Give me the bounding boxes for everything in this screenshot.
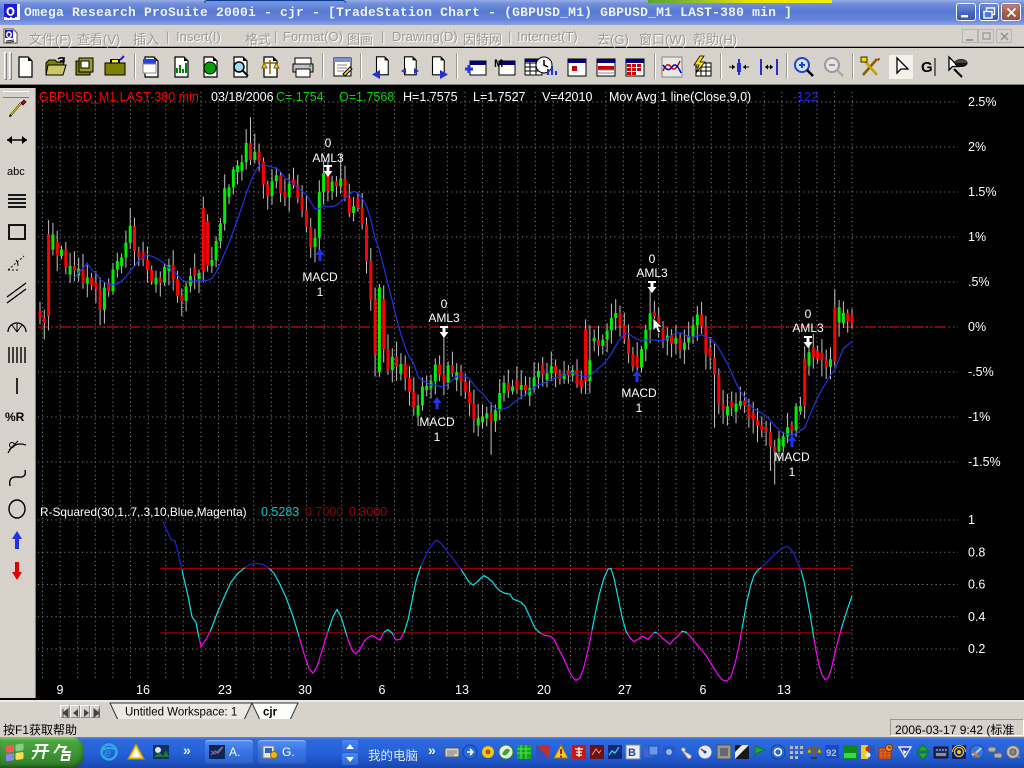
svg-text:03/18/2006: 03/18/2006 bbox=[211, 90, 274, 104]
svg-text:0: 0 bbox=[325, 136, 332, 150]
svg-text:AML3: AML3 bbox=[312, 151, 344, 165]
svg-text:0: 0 bbox=[441, 297, 448, 311]
svg-text:cjr: cjr bbox=[263, 707, 278, 719]
svg-text:1: 1 bbox=[317, 285, 324, 299]
svg-text:MACD: MACD bbox=[621, 386, 657, 400]
svg-text:1: 1 bbox=[434, 430, 441, 444]
svg-text:1: 1 bbox=[636, 401, 643, 415]
svg-text:B: B bbox=[628, 747, 636, 759]
svg-text:1: 1 bbox=[789, 465, 796, 479]
svg-text:MACD: MACD bbox=[302, 270, 338, 284]
svg-text:23: 23 bbox=[218, 683, 232, 697]
svg-text:0%: 0% bbox=[968, 320, 986, 334]
svg-text:0.6: 0.6 bbox=[968, 578, 985, 592]
svg-text:0.7000: 0.7000 bbox=[305, 505, 343, 519]
svg-text:20: 20 bbox=[537, 683, 551, 697]
svg-text:R-Squared(30,1,.7,.3,10,Blue,M: R-Squared(30,1,.7,.3,10,Blue,Magenta) bbox=[40, 505, 247, 519]
svg-text:16: 16 bbox=[136, 683, 150, 697]
svg-text:AML3: AML3 bbox=[636, 266, 668, 280]
svg-text:H=1.7575: H=1.7575 bbox=[403, 90, 458, 104]
svg-text:G: G bbox=[921, 59, 933, 76]
svg-text:13: 13 bbox=[777, 683, 791, 697]
svg-text:0.3000: 0.3000 bbox=[349, 505, 387, 519]
svg-text:C=.1754: C=.1754 bbox=[276, 90, 324, 104]
svg-text:0.2: 0.2 bbox=[968, 642, 985, 656]
svg-text:Mov Avg 1 line(Close,9,0): Mov Avg 1 line(Close,9,0) bbox=[609, 90, 751, 104]
svg-text:30: 30 bbox=[298, 683, 312, 697]
svg-text:13: 13 bbox=[455, 683, 469, 697]
svg-text:V=42010: V=42010 bbox=[542, 90, 592, 104]
svg-text:O=1.7568: O=1.7568 bbox=[339, 90, 394, 104]
svg-text:1%: 1% bbox=[968, 230, 986, 244]
svg-text:9: 9 bbox=[57, 683, 64, 697]
svg-text:M: M bbox=[494, 58, 503, 70]
svg-text:abc: abc bbox=[7, 166, 25, 178]
svg-text:0.8: 0.8 bbox=[968, 545, 985, 559]
svg-text:27: 27 bbox=[618, 683, 632, 697]
svg-text:0.5283: 0.5283 bbox=[261, 505, 299, 519]
svg-text:.5%: .5% bbox=[968, 275, 990, 289]
svg-text:6: 6 bbox=[379, 683, 386, 697]
svg-text:%R: %R bbox=[5, 410, 25, 424]
svg-text:-1.5%: -1.5% bbox=[968, 455, 1001, 469]
svg-text:6: 6 bbox=[700, 683, 707, 697]
svg-text:-1%: -1% bbox=[968, 410, 990, 424]
svg-text:1.5%: 1.5% bbox=[968, 185, 997, 199]
svg-text:0: 0 bbox=[649, 252, 656, 266]
svg-text:Untitled Workspace: 1: Untitled Workspace: 1 bbox=[125, 707, 237, 719]
svg-text:-122: -122 bbox=[793, 90, 818, 104]
svg-text:-.5%: -.5% bbox=[968, 365, 994, 379]
svg-text:0: 0 bbox=[805, 307, 812, 321]
svg-text:e: e bbox=[104, 745, 111, 760]
svg-text:2%: 2% bbox=[968, 140, 986, 154]
svg-text:92: 92 bbox=[826, 748, 837, 759]
svg-text:L=1.7527: L=1.7527 bbox=[473, 90, 526, 104]
svg-text:MACD: MACD bbox=[419, 415, 455, 429]
svg-text:AML3: AML3 bbox=[428, 311, 460, 325]
svg-text:2.5%: 2.5% bbox=[968, 95, 997, 109]
svg-text:MACD: MACD bbox=[774, 450, 810, 464]
svg-text:AML3: AML3 bbox=[792, 321, 824, 335]
svg-text:1: 1 bbox=[968, 513, 975, 527]
svg-text:0.4: 0.4 bbox=[968, 610, 985, 624]
svg-text:GBPUSD_M1 LAST-380 min: GBPUSD_M1 LAST-380 min bbox=[39, 90, 199, 104]
